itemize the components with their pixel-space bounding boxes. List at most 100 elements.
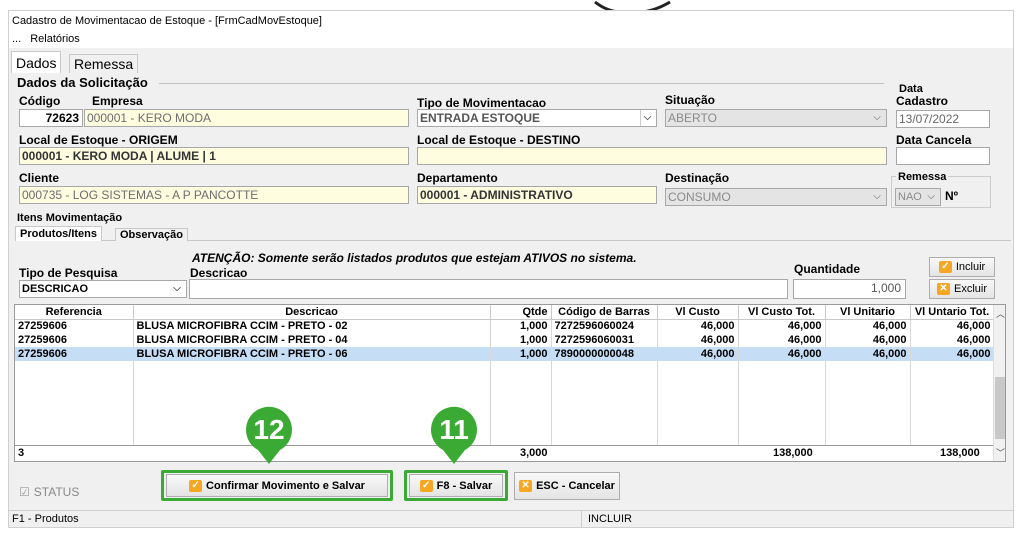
grid-footer: 3 3,000 138,000 138,000: [15, 445, 993, 461]
departamento-label: Departamento: [417, 171, 498, 185]
footer-unitario-tot: 138,000: [940, 447, 980, 459]
data-cadastro-field[interactable]: 13/07/2022: [896, 110, 990, 128]
group-line: [159, 83, 884, 84]
cell-vl-custo-tot: 46,000: [738, 333, 826, 347]
cliente-field[interactable]: 000735 - LOG SISTEMAS - A P PANCOTTE: [19, 186, 409, 204]
subtab-observacao[interactable]: Observação: [115, 228, 188, 241]
grid-header[interactable]: Vl Custo Tot.: [738, 305, 826, 320]
cell-vl-custo-tot: 46,000: [738, 347, 826, 361]
table-row[interactable]: 27259606 BLUSA MICROFIBRA CCIM - PRETO -…: [15, 333, 995, 347]
cell-descricao: BLUSA MICROFIBRA CCIM - PRETO - 04: [133, 333, 491, 347]
main-window: Cadastro de Movimentacao de Estoque - [F…: [8, 10, 1014, 528]
quantidade-input[interactable]: 1,000: [793, 279, 906, 299]
empresa-label: Empresa: [92, 94, 143, 108]
remessa-select[interactable]: NAO ⌵: [895, 188, 941, 206]
data-cancela-label: Data Cancela: [896, 133, 972, 147]
table-row[interactable]: 27259606 BLUSA MICROFIBRA CCIM - PRETO -…: [15, 319, 995, 333]
status-bar: F1 - Produtos INCLUIR: [9, 510, 1013, 527]
codigo-field[interactable]: 72623: [19, 109, 83, 127]
data-cancela-field[interactable]: [896, 147, 990, 165]
chevron-up-icon[interactable]: ︿: [996, 307, 1005, 320]
tab-dados[interactable]: Dados: [11, 51, 62, 73]
tipo-pesquisa-label: Tipo de Pesquisa: [19, 266, 118, 280]
situacao-select[interactable]: ABERTO ⌵: [665, 109, 887, 127]
grid-header[interactable]: Descricao: [133, 305, 491, 320]
grid-header[interactable]: Vl Untario Tot.: [910, 305, 995, 320]
cell-vl-unitario-tot: 46,000: [910, 347, 995, 361]
cell-vl-unitario-tot: 46,000: [910, 319, 995, 333]
excluir-label: Excluir: [953, 283, 987, 295]
salvar-button[interactable]: ✓ F8 - Salvar: [409, 474, 503, 497]
chevron-down-icon[interactable]: ⌵: [870, 189, 884, 205]
confirmar-label: Confirmar Movimento e Salvar: [206, 479, 365, 492]
tipo-mov-select[interactable]: ENTRADA ESTOQUE ⌵: [417, 109, 657, 127]
status-label: STATUS: [33, 485, 80, 499]
grid-header[interactable]: Vl Unitario: [825, 305, 911, 320]
marker-number-salvar: 11: [439, 414, 469, 445]
footer-count: 3: [18, 447, 25, 459]
local-origem-field[interactable]: 000001 - KERO MODA | ALUME | 1: [19, 147, 409, 165]
table-row-selected[interactable]: 27259606 BLUSA MICROFIBRA CCIM - PRETO -…: [15, 347, 995, 361]
menu-relatorios[interactable]: Relatórios: [30, 33, 80, 45]
cell-qtde: 1,000: [490, 347, 552, 361]
cell-referencia: 27259606: [15, 333, 134, 347]
numero-label: Nº: [945, 189, 959, 203]
local-origem-label: Local de Estoque - ORIGEM: [19, 133, 178, 147]
footer-custo-tot: 138,000: [773, 447, 813, 459]
chevron-down-icon[interactable]: ⌵: [640, 110, 654, 126]
marker-pin-icon: 11: [431, 406, 477, 464]
cancelar-label: ESC - Cancelar: [536, 480, 615, 492]
local-destino-field[interactable]: [417, 147, 887, 165]
tab-remessa[interactable]: Remessa: [69, 54, 139, 73]
grid-header[interactable]: Referencia: [15, 305, 134, 320]
cell-descricao: BLUSA MICROFIBRA CCIM - PRETO - 02: [133, 319, 491, 333]
close-icon: ✕: [936, 283, 950, 295]
empresa-field[interactable]: 000001 - KERO MODA: [84, 109, 409, 127]
items-grid[interactable]: Referencia Descricao Qtde Código de Barr…: [14, 304, 1006, 462]
cell-codigo-barras: 7890000000048: [551, 347, 658, 361]
incluir-label: Incluir: [955, 261, 986, 273]
footer-qtde: 3,000: [520, 447, 548, 459]
check-icon: ✓: [189, 479, 203, 492]
grid-header[interactable]: Qtde: [490, 305, 552, 320]
departamento-field[interactable]: 000001 - ADMINISTRATIVO: [417, 186, 657, 204]
grid-header[interactable]: Código de Barras: [551, 305, 658, 320]
group-title-solicitacao: Dados da Solicitação: [17, 75, 148, 90]
cell-codigo-barras: 7272596060031: [551, 333, 658, 347]
descricao-label: Descricao: [190, 266, 248, 280]
check-icon: ☑: [19, 485, 30, 499]
tipo-pesquisa-value: DESCRICAO: [22, 283, 89, 295]
situacao-label: Situação: [665, 93, 716, 107]
chevron-down-icon[interactable]: ⌵: [924, 189, 938, 205]
chevron-down-icon[interactable]: ﹀: [996, 446, 1005, 459]
cell-vl-unitario: 46,000: [825, 347, 911, 361]
grid-header-row: Referencia Descricao Qtde Código de Barr…: [15, 305, 995, 320]
marker-pin-icon: 12: [246, 406, 292, 464]
tipo-mov-label: Tipo de Movimentacao: [417, 96, 547, 110]
menu-dots[interactable]: ...: [12, 33, 21, 45]
scrollbar-thumb[interactable]: [995, 377, 1005, 439]
cell-vl-unitario: 46,000: [825, 319, 911, 333]
cell-qtde: 1,000: [490, 333, 552, 347]
group-title-itens: Itens Movimentação: [17, 212, 123, 224]
confirmar-button[interactable]: ✓ Confirmar Movimento e Salvar: [166, 474, 388, 497]
incluir-button[interactable]: ✓ Incluir: [929, 257, 995, 277]
tipo-pesquisa-select[interactable]: DESCRICAO ⌵: [19, 280, 187, 298]
quantidade-label: Quantidade: [794, 262, 861, 276]
chevron-down-icon[interactable]: ⌵: [870, 110, 884, 126]
cliente-label: Cliente: [19, 171, 60, 185]
chevron-down-icon[interactable]: ⌵: [170, 281, 184, 297]
situacao-value: ABERTO: [668, 111, 717, 125]
status-checkbox[interactable]: ☑ STATUS: [19, 485, 79, 499]
cancelar-button[interactable]: ✕ ESC - Cancelar: [514, 472, 620, 500]
descricao-input[interactable]: [189, 279, 788, 299]
excluir-button[interactable]: ✕ Excluir: [929, 279, 995, 299]
atencao-text: ATENÇÃO: Somente serão listados produtos…: [192, 251, 637, 265]
destinacao-select[interactable]: CONSUMO ⌵: [665, 188, 887, 206]
cell-codigo-barras: 7272596060024: [551, 319, 658, 333]
grid-header[interactable]: Vl Custo: [657, 305, 739, 320]
statusbar-left: F1 - Produtos: [12, 513, 79, 525]
vertical-scrollbar[interactable]: ︿ ﹀: [993, 305, 1005, 461]
data-label-2: Cadastro: [896, 94, 949, 108]
subtab-produtos[interactable]: Produtos/Itens: [15, 226, 103, 241]
